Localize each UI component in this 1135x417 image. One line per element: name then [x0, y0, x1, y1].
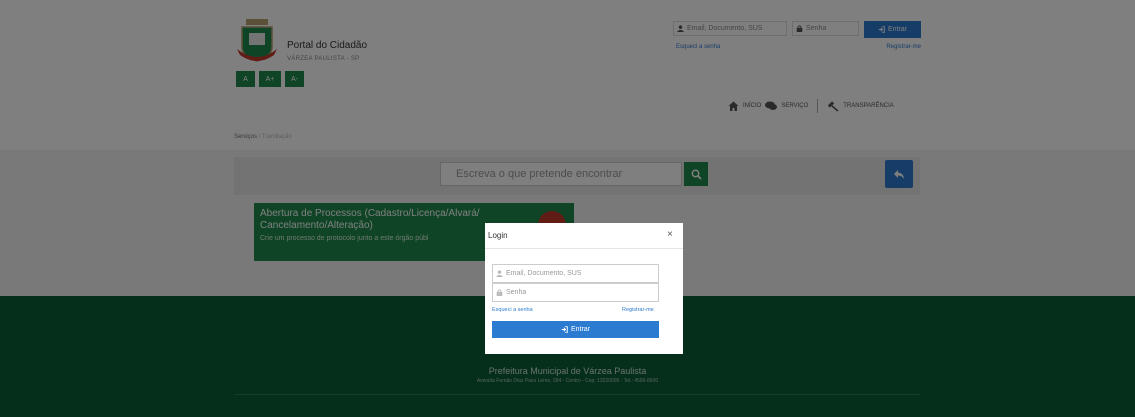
login-modal-title: Login — [488, 231, 508, 240]
login-user-input[interactable]: Email, Documento, SUS — [492, 264, 659, 283]
user-icon — [496, 270, 503, 277]
login-register-link[interactable]: Registrar-me — [622, 307, 654, 313]
login-user-placeholder: Email, Documento, SUS — [506, 270, 582, 277]
login-forgot-password-link[interactable]: Esqueci a senha — [492, 307, 533, 313]
login-submit-label: Entrar — [570, 326, 591, 333]
sign-in-icon — [561, 326, 568, 333]
close-icon[interactable]: × — [667, 229, 673, 240]
login-submit-button[interactable]: Entrar — [492, 321, 659, 338]
login-password-input[interactable]: Senha — [492, 283, 659, 302]
login-modal-header: Login × — [485, 223, 683, 249]
login-password-placeholder: Senha — [506, 289, 527, 296]
login-modal: Login × Email, Documento, SUS Senha Esqu… — [485, 223, 683, 354]
modal-backdrop[interactable] — [0, 0, 1135, 417]
lock-icon — [496, 289, 503, 296]
